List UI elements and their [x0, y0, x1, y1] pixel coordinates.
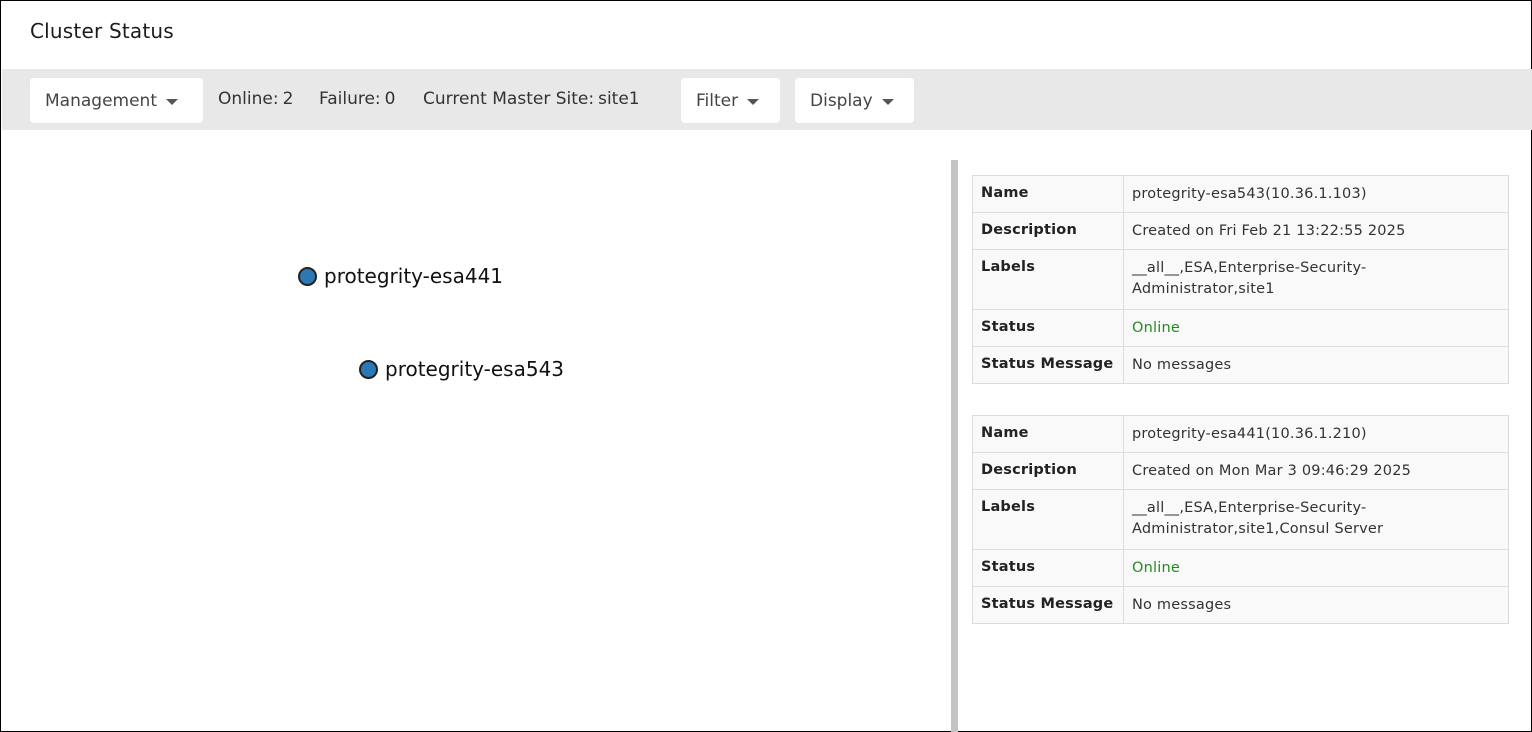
row-value: protegrity-esa441(10.36.1.210) [1123, 415, 1509, 453]
status-value: Online [1123, 309, 1509, 347]
row-key: Name [972, 175, 1124, 213]
node-details-table-esa441: Name protegrity-esa441(10.36.1.210) Descr… [972, 415, 1509, 624]
table-row: Status Message No messages [972, 346, 1509, 384]
cluster-graph[interactable]: protegrity-esa441 protegrity-esa543 [2, 161, 950, 732]
node-label: protegrity-esa543 [385, 357, 565, 381]
online-value: 2 [282, 89, 294, 109]
table-row: Labels __all__,ESA,Enterprise-Security-Ad… [972, 489, 1509, 550]
master-value: site1 [598, 89, 640, 109]
panel-splitter[interactable] [951, 160, 958, 732]
cluster-status-panel: Cluster Status Management Online: 2 Failu… [0, 0, 1532, 732]
node-circle-icon[interactable] [298, 266, 317, 286]
management-dropdown[interactable]: Management [30, 78, 203, 123]
row-key: Description [972, 212, 1124, 250]
toolbar: Management Online: 2 Failure: 0 Current Ma… [2, 69, 1532, 130]
row-value: protegrity-esa543(10.36.1.103) [1123, 175, 1509, 213]
caret-down-icon [881, 98, 894, 105]
failure-count: Failure: 0 [319, 89, 396, 109]
row-value: No messages [1123, 346, 1509, 384]
table-row: Status Online [972, 309, 1509, 347]
online-label: Online: [218, 89, 279, 109]
row-value: No messages [1123, 586, 1509, 624]
table-row: Status Message No messages [972, 586, 1509, 624]
management-label: Management [45, 90, 157, 111]
row-key: Status [972, 549, 1124, 587]
page-title: Cluster Status [30, 19, 174, 43]
table-row: Name protegrity-esa441(10.36.1.210) [972, 415, 1509, 453]
current-master-site: Current Master Site: site1 [423, 89, 640, 109]
row-key: Description [972, 452, 1124, 490]
row-key: Name [972, 415, 1124, 453]
row-value: Created on Fri Feb 21 13:22:55 2025 [1123, 212, 1509, 250]
row-value: Created on Mon Mar 3 09:46:29 2025 [1123, 452, 1509, 490]
filter-dropdown[interactable]: Filter [681, 78, 780, 123]
graph-node-esa441[interactable]: protegrity-esa441 [298, 264, 503, 288]
row-value: __all__,ESA,Enterprise-Security-Administ… [1123, 489, 1509, 550]
online-count: Online: 2 [218, 89, 293, 109]
table-row: Name protegrity-esa543(10.36.1.103) [972, 175, 1509, 213]
row-key: Status Message [972, 586, 1124, 624]
table-row: Description Created on Mon Mar 3 09:46:29… [972, 452, 1509, 490]
node-label: protegrity-esa441 [324, 264, 504, 288]
master-label: Current Master Site: [423, 89, 595, 109]
node-details-table-esa543: Name protegrity-esa543(10.36.1.103) Descr… [972, 175, 1509, 384]
graph-node-esa543[interactable]: protegrity-esa543 [359, 357, 564, 381]
table-row: Description Created on Fri Feb 21 13:22:5… [972, 212, 1509, 250]
row-key: Status [972, 309, 1124, 347]
status-value: Online [1123, 549, 1509, 587]
filter-label: Filter [696, 90, 739, 111]
row-key: Status Message [972, 346, 1124, 384]
caret-down-icon [166, 98, 178, 105]
caret-down-icon [747, 98, 760, 105]
display-label: Display [810, 90, 873, 111]
row-key: Labels [972, 249, 1124, 310]
table-row: Labels __all__,ESA,Enterprise-Security-Ad… [972, 249, 1509, 310]
table-row: Status Online [972, 549, 1509, 587]
display-dropdown[interactable]: Display [795, 78, 914, 123]
failure-label: Failure: [319, 89, 381, 109]
node-circle-icon[interactable] [359, 359, 378, 379]
row-key: Labels [972, 489, 1124, 550]
row-value: __all__,ESA,Enterprise-Security-Administ… [1123, 249, 1509, 310]
failure-value: 0 [384, 89, 396, 109]
